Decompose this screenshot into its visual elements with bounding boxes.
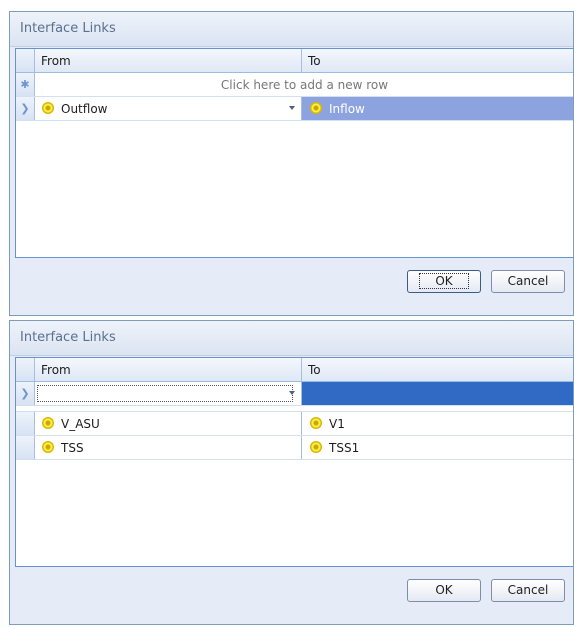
to-cell[interactable]: TSS1 [302,436,573,459]
dialog-title-bar: Interface Links [10,321,573,356]
links-grid[interactable]: From To ✱ Click here to add a new row ❯ … [15,48,573,258]
to-cell[interactable]: V1 [302,412,573,435]
to-cell[interactable] [302,382,573,405]
yellow-node-icon [42,417,54,429]
asterisk-icon: ✱ [16,73,35,96]
table-row[interactable]: ❯ Outflow Inflow [16,97,573,121]
cancel-button[interactable]: Cancel [491,270,565,293]
to-value: Inflow [329,102,365,116]
column-header-to[interactable]: To [302,49,573,72]
column-header-from[interactable]: From [35,49,302,72]
dialog-title: Interface Links [20,330,116,345]
header-indicator [16,49,35,72]
column-header-to[interactable]: To [302,358,573,381]
dialog-title-bar: Interface Links [10,12,573,47]
new-row-prompt[interactable]: Click here to add a new row [35,78,573,92]
links-grid[interactable]: From To ❯ V_ASU V1 TSS TSS1 [15,357,573,567]
grid-header: From To [16,49,573,73]
from-cell[interactable]: Outflow [35,97,302,120]
header-indicator [16,358,35,381]
table-row[interactable]: V_ASU V1 [16,412,573,436]
chevron-right-icon: ❯ [16,97,35,120]
cancel-button[interactable]: Cancel [491,579,565,602]
dialog-title: Interface Links [20,21,116,36]
to-cell[interactable]: Inflow [302,97,573,120]
table-row[interactable]: TSS TSS1 [16,436,573,460]
row-indicator [16,436,35,459]
from-cell[interactable]: V_ASU [35,412,302,435]
from-dropdown-editor[interactable] [37,385,293,402]
ok-button[interactable]: OK [407,579,481,602]
grid-header: From To [16,358,573,382]
yellow-node-icon [42,441,54,453]
interface-links-dialog: Interface Links From To ❯ V_ASU V1 TSS T… [9,320,574,625]
from-cell[interactable] [35,382,302,405]
yellow-node-icon [310,441,322,453]
table-row[interactable]: ❯ [16,382,573,406]
yellow-node-icon [42,102,54,114]
new-row[interactable]: ✱ Click here to add a new row [16,73,573,97]
chevron-right-icon: ❯ [16,382,35,405]
column-header-from[interactable]: From [35,358,302,381]
from-value: Outflow [61,102,108,116]
interface-links-dialog: Interface Links From To ✱ Click here to … [9,11,574,316]
from-cell[interactable]: TSS [35,436,302,459]
ok-button[interactable]: OK [407,270,481,293]
dropdown-arrow-icon[interactable] [289,391,295,395]
yellow-node-icon [310,102,322,114]
dropdown-arrow-icon[interactable] [289,106,295,110]
yellow-node-icon [310,417,322,429]
row-indicator [16,412,35,435]
